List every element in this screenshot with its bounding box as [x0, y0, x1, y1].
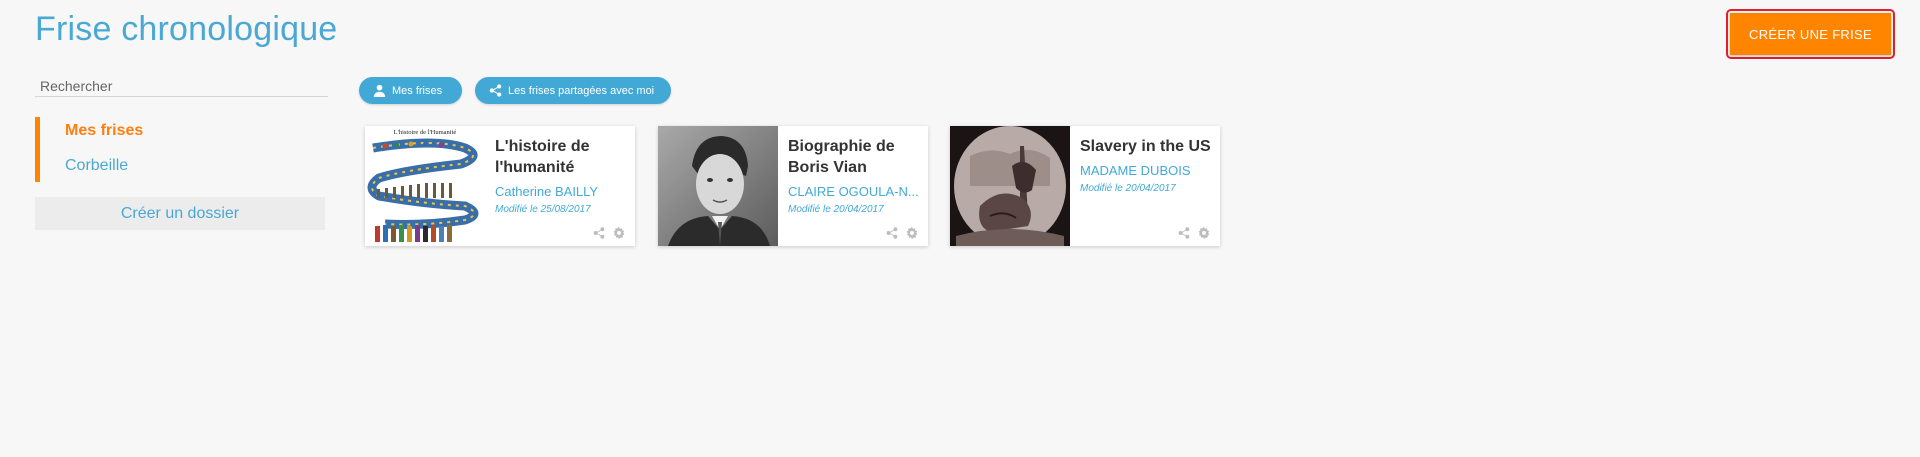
page-title: Frise chronologique: [35, 10, 338, 48]
share-icon[interactable]: [886, 226, 898, 239]
timeline-card[interactable]: L'histoire de l'Humanité L'histoire de l…: [365, 126, 635, 246]
timeline-card[interactable]: Slavery in the US MADAME DUBOIS Modifié …: [950, 126, 1220, 246]
share-icon[interactable]: [1178, 226, 1190, 239]
timeline-thumbnail: L'histoire de l'Humanité: [365, 126, 485, 246]
user-icon: [373, 84, 386, 97]
timeline-thumbnail: [658, 126, 778, 246]
sidebar-item-trash[interactable]: Corbeille: [65, 157, 128, 175]
sidebar-item-my-timelines[interactable]: Mes frises: [65, 122, 143, 140]
timeline-title: Slavery in the US: [1080, 138, 1211, 155]
filter-my-timelines-button[interactable]: Mes frises: [359, 77, 462, 104]
timeline-card[interactable]: Biographie de Boris Vian CLAIRE OGOULA-N…: [658, 126, 928, 246]
page: Frise chronologique CRÉER UNE FRISE Mes …: [0, 0, 1920, 457]
thumb-caption: L'histoire de l'Humanité: [394, 129, 457, 136]
timeline-title: L'histoire de l'humanité: [495, 138, 590, 176]
create-button-highlight: CRÉER UNE FRISE: [1726, 9, 1895, 59]
nav-active-indicator: [35, 117, 40, 182]
timeline-thumbnail: [950, 126, 1070, 246]
filter-my-timelines-label: Mes frises: [392, 84, 443, 97]
timeline-title: Biographie de Boris Vian: [788, 138, 895, 176]
gear-icon[interactable]: [613, 226, 625, 239]
timeline-author: CLAIRE OGOULA-N...: [788, 184, 919, 199]
create-timeline-button[interactable]: CRÉER UNE FRISE: [1730, 13, 1891, 55]
card-actions: [886, 226, 918, 239]
card-actions: [593, 226, 625, 239]
share-icon[interactable]: [593, 226, 605, 239]
timeline-modified-date: Modifié le 20/04/2017: [1080, 183, 1176, 194]
timeline-modified-date: Modifié le 25/08/2017: [495, 204, 591, 215]
timeline-author: Catherine BAILLY: [495, 184, 599, 199]
create-folder-button[interactable]: Créer un dossier: [35, 197, 325, 230]
gear-icon[interactable]: [1198, 226, 1210, 239]
filter-shared-timelines-button[interactable]: Les frises partagées avec moi: [475, 77, 671, 104]
card-actions: [1178, 226, 1210, 239]
gear-icon[interactable]: [906, 226, 918, 239]
engraving-image: [950, 126, 1070, 246]
timeline-modified-date: Modifié le 20/04/2017: [788, 204, 884, 215]
filter-shared-timelines-label: Les frises partagées avec moi: [508, 84, 655, 97]
search-input[interactable]: [35, 75, 328, 97]
evolution-image: L'histoire de l'Humanité: [365, 126, 485, 246]
share-icon: [489, 84, 502, 97]
portrait-image: [658, 126, 778, 246]
timeline-author: MADAME DUBOIS: [1080, 163, 1191, 178]
